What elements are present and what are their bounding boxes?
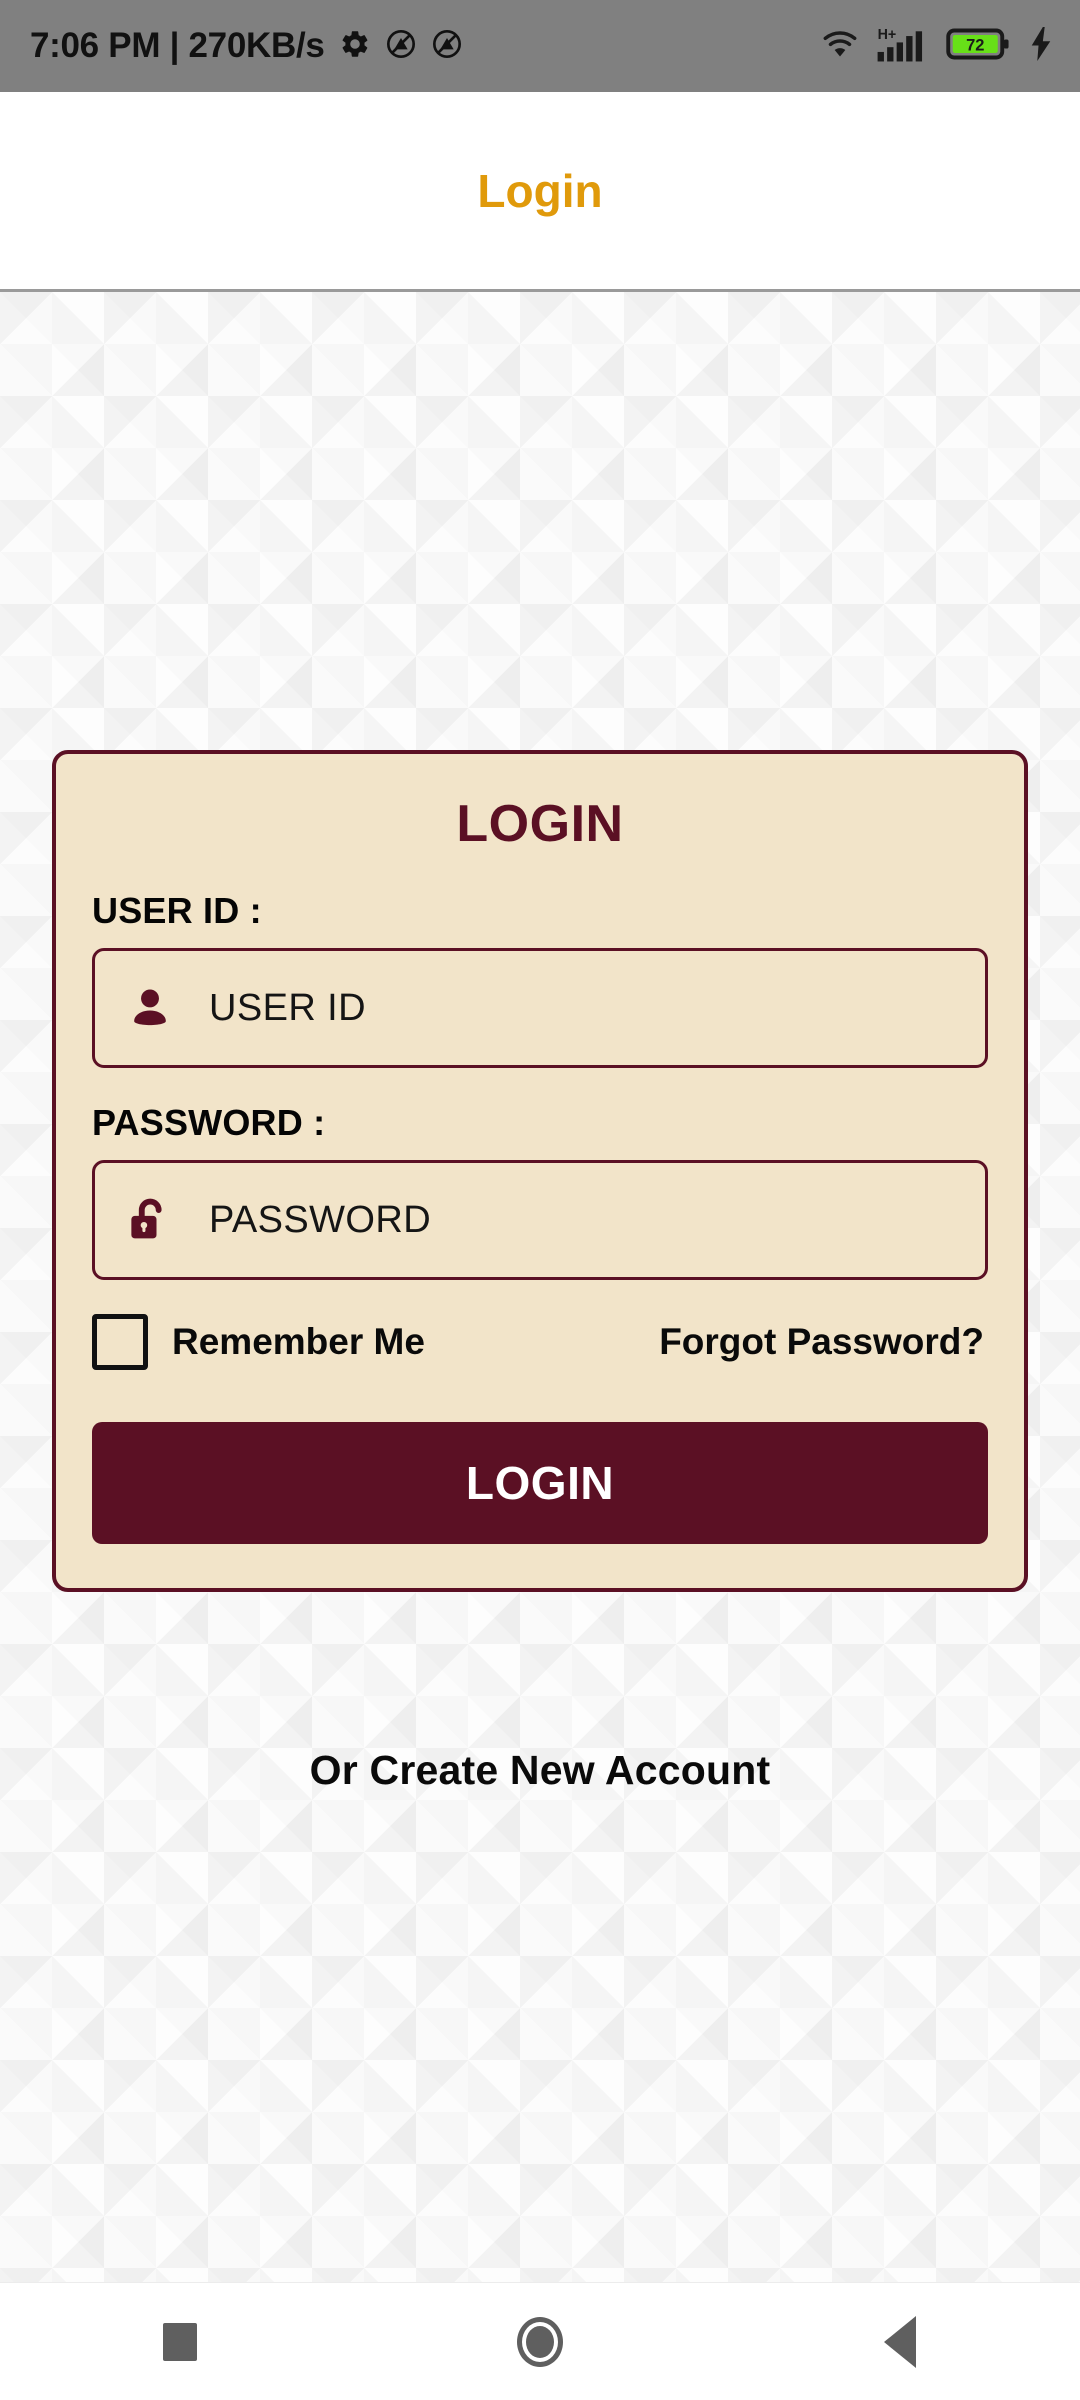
wifi-icon (820, 27, 860, 66)
battery-icon: 72 (946, 25, 1012, 68)
login-button[interactable]: LOGIN (92, 1422, 988, 1544)
page-title: Login (477, 164, 603, 217)
content-area: LOGIN USER ID : USER ID PASSWORD : PASSW… (0, 292, 1080, 2400)
remember-me-label: Remember Me (172, 1321, 425, 1362)
remember-me-control[interactable]: Remember Me (92, 1314, 425, 1370)
status-bar-left: 7:06 PM | 270KB/s (30, 26, 463, 66)
user-id-label: USER ID : (92, 890, 262, 931)
phone-screen: 7:06 PM | 270KB/s H+ 72 Login LOGIN USER… (0, 0, 1080, 2400)
password-placeholder: PASSWORD (209, 1198, 432, 1241)
login-card-title: LOGIN (456, 795, 624, 853)
do-not-disturb-icon (431, 28, 463, 65)
user-id-placeholder: USER ID (209, 986, 366, 1029)
home-circle-icon (517, 2316, 563, 2367)
status-bar-right: H+ 72 (820, 24, 1054, 69)
user-id-input[interactable]: USER ID (92, 948, 988, 1068)
person-icon (121, 983, 179, 1033)
create-account-link[interactable]: Or Create New Account (0, 1747, 1080, 1794)
options-row: Remember Me Forgot Password? (92, 1314, 988, 1370)
do-not-disturb-icon (385, 28, 417, 65)
recents-button[interactable] (100, 2283, 260, 2400)
charging-bolt-icon (1028, 26, 1054, 66)
password-input[interactable]: PASSWORD (92, 1160, 988, 1280)
login-card: LOGIN USER ID : USER ID PASSWORD : PASSW… (52, 750, 1028, 1592)
unlocked-padlock-icon (121, 1194, 179, 1246)
status-bar: 7:06 PM | 270KB/s H+ 72 (0, 0, 1080, 92)
android-nav-bar (0, 2282, 1080, 2400)
gear-icon (339, 28, 371, 65)
remember-me-checkbox[interactable] (92, 1314, 148, 1370)
home-button[interactable] (460, 2283, 620, 2400)
battery-level-label: 72 (966, 36, 984, 54)
signal-icon: H+ (876, 24, 930, 69)
app-bar: Login (0, 92, 1080, 292)
password-label: PASSWORD : (92, 1102, 326, 1143)
status-time-and-speed: 7:06 PM | 270KB/s (30, 26, 325, 65)
back-triangle-icon (884, 2315, 916, 2368)
network-type-label: H+ (878, 27, 897, 43)
forgot-password-link[interactable]: Forgot Password? (659, 1321, 984, 1363)
recents-square-icon (163, 2322, 197, 2361)
back-button[interactable] (820, 2283, 980, 2400)
